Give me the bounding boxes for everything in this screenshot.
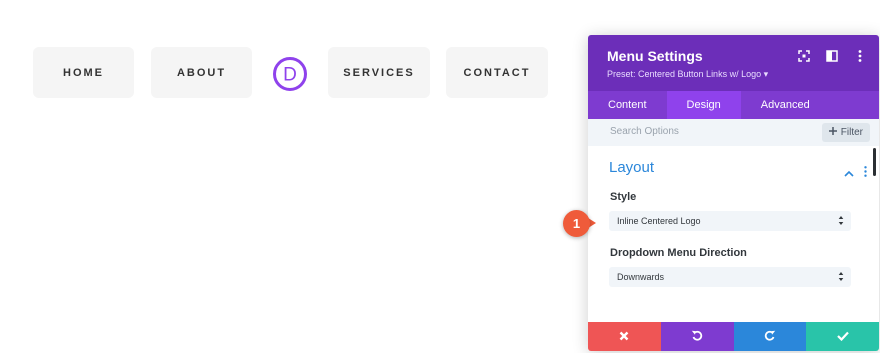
style-label: Style: [610, 191, 637, 203]
section-title[interactable]: Layout: [609, 159, 654, 176]
logo-letter: D: [283, 65, 297, 86]
panel-scrollbar[interactable]: [873, 148, 876, 176]
preset-dropdown[interactable]: Preset: Centered Button Links w/ Logo ▾: [607, 69, 768, 80]
save-check-icon: [836, 328, 849, 346]
redo-button[interactable]: [733, 322, 807, 351]
tab-advanced[interactable]: Advanced: [741, 91, 830, 119]
cancel-icon: [619, 328, 629, 346]
panel-tabs: Content Design Advanced: [588, 91, 879, 119]
nav-item-label: HOME: [63, 66, 104, 79]
chevron-up-icon[interactable]: [844, 164, 854, 182]
more-options-icon[interactable]: [851, 47, 869, 65]
callout-badge: 1: [563, 210, 590, 237]
search-options-input[interactable]: [608, 125, 792, 138]
section-options-icon[interactable]: [864, 164, 867, 182]
tab-design[interactable]: Design: [666, 91, 741, 119]
tab-content[interactable]: Content: [588, 91, 667, 119]
select-arrows-icon: [838, 271, 844, 284]
split-view-icon[interactable]: [823, 47, 841, 65]
style-select-value: Inline Centered Logo: [617, 216, 701, 226]
filter-label: Filter: [840, 127, 863, 138]
save-button[interactable]: [806, 322, 879, 351]
redo-icon: [764, 328, 776, 346]
panel-title: Menu Settings: [607, 48, 703, 64]
nav-item-label: SERVICES: [343, 66, 415, 79]
layout-section: Layout Style Inline Centered Logo Dropdo…: [588, 146, 879, 316]
nav-item-home[interactable]: HOME: [33, 47, 134, 98]
dropdown-direction-select[interactable]: Downwards: [609, 267, 851, 287]
select-arrows-icon: [838, 215, 844, 228]
dropdown-direction-label: Dropdown Menu Direction: [610, 247, 747, 259]
nav-item-about[interactable]: ABOUT: [151, 47, 252, 98]
style-select[interactable]: Inline Centered Logo: [609, 211, 851, 231]
nav-item-label: CONTACT: [463, 66, 531, 79]
search-row: Filter: [588, 119, 879, 146]
menu-settings-panel: Menu Settings Preset: Centered Button Li…: [588, 35, 879, 351]
panel-footer: [588, 322, 879, 351]
undo-button[interactable]: [660, 322, 734, 351]
fullscreen-icon[interactable]: [795, 47, 813, 65]
nav-item-contact[interactable]: CONTACT: [446, 47, 548, 98]
undo-icon: [691, 328, 703, 346]
nav-item-label: ABOUT: [176, 66, 227, 79]
nav-item-services[interactable]: SERVICES: [328, 47, 430, 98]
site-logo[interactable]: D: [272, 56, 308, 92]
cancel-button[interactable]: [588, 322, 661, 351]
filter-button[interactable]: Filter: [821, 123, 870, 142]
panel-header[interactable]: Menu Settings Preset: Centered Button Li…: [588, 35, 879, 91]
dropdown-direction-value: Downwards: [617, 272, 665, 282]
plus-icon: [828, 127, 837, 138]
